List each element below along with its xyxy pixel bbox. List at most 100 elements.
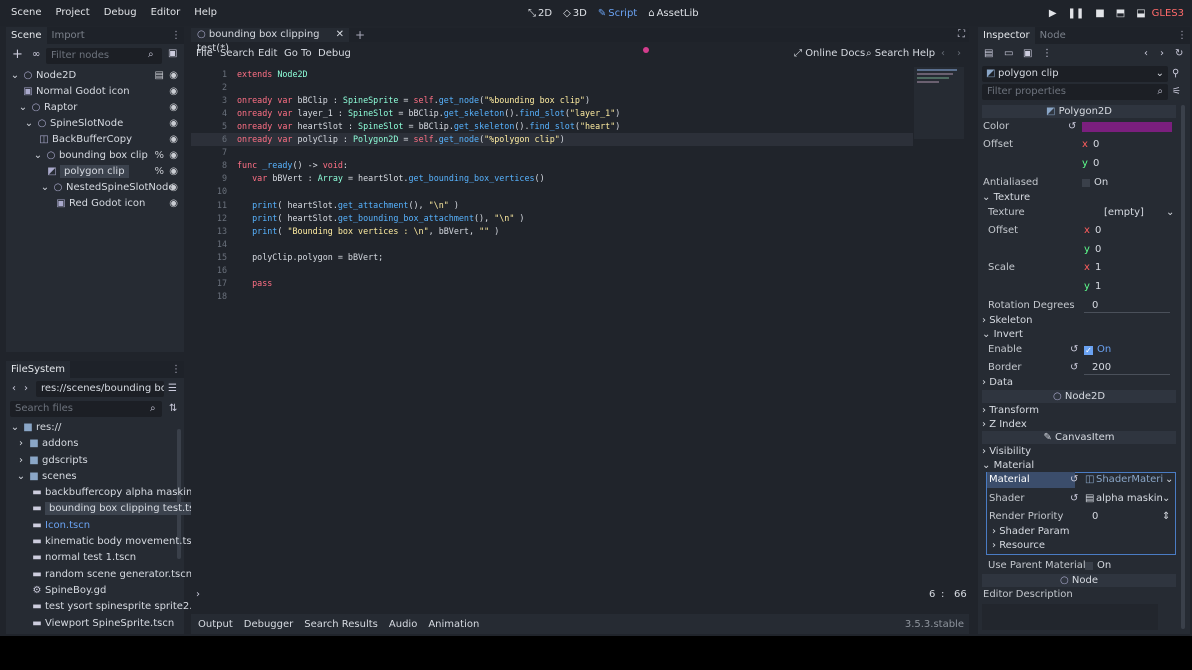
- texture-value[interactable]: [empty]: [1104, 204, 1144, 222]
- chevron-down-icon[interactable]: ⌄: [1166, 204, 1174, 222]
- revert-icon[interactable]: ↺: [1070, 490, 1078, 508]
- menu-goto[interactable]: Go To: [284, 46, 312, 62]
- section-zindex[interactable]: › Z Index: [982, 418, 1027, 432]
- tree-node[interactable]: ⌄ ○ Node2D ▤ ◉: [6, 68, 184, 84]
- spinner-icon[interactable]: ⇕: [1162, 508, 1170, 526]
- offset-x-value[interactable]: 0: [1093, 136, 1099, 154]
- unique-name-icon[interactable]: %: [154, 148, 164, 164]
- code-line[interactable]: 2: [191, 81, 913, 94]
- back-icon[interactable]: ‹: [1144, 48, 1148, 59]
- folder-item[interactable]: › ■ addons: [6, 436, 176, 452]
- visibility-icon[interactable]: ◉: [169, 100, 178, 116]
- offset-y-value[interactable]: 0: [1093, 155, 1099, 173]
- folder-item[interactable]: ⌄ ■ scenes: [6, 469, 176, 485]
- forward-icon[interactable]: ›: [24, 381, 28, 397]
- tree-node[interactable]: ⌄ ○ bounding box clip% ◉: [6, 148, 184, 164]
- revert-icon[interactable]: ↺: [1070, 471, 1078, 489]
- back-icon[interactable]: ‹: [941, 46, 945, 62]
- revert-icon[interactable]: ↺: [1068, 118, 1076, 136]
- play-custom-icon[interactable]: ⬓: [1136, 8, 1145, 19]
- file-item[interactable]: ▬ normal test 1.tscn: [6, 550, 176, 566]
- more-icon[interactable]: ⋮: [1177, 27, 1187, 44]
- code-line[interactable]: 9 var bBVert : Array = heartSlot.get_bou…: [191, 172, 913, 185]
- visibility-icon[interactable]: ◉: [169, 116, 178, 132]
- code-line[interactable]: 10: [191, 185, 913, 198]
- code-line[interactable]: 11 print( heartSlot.get_attachment(), "\…: [191, 199, 913, 212]
- tab-scene[interactable]: Scene: [6, 27, 47, 44]
- texture-offset-x-value[interactable]: 0: [1095, 222, 1101, 240]
- minimap[interactable]: [914, 67, 964, 139]
- new-resource-icon[interactable]: ▤: [984, 48, 993, 59]
- menu-editor[interactable]: Editor: [144, 0, 188, 26]
- code-line[interactable]: 5 onready var heartSlot : SpineSlot = bBC…: [191, 120, 913, 133]
- menu-debug[interactable]: Debug: [318, 46, 351, 62]
- menu-search[interactable]: Search: [220, 46, 254, 62]
- script-attach-icon[interactable]: ▣: [168, 48, 177, 59]
- section-visibility[interactable]: › Visibility: [982, 445, 1031, 459]
- menu-project[interactable]: Project: [49, 0, 97, 26]
- enable-checkbox[interactable]: ✓: [1084, 346, 1093, 355]
- filter-nodes-input[interactable]: Filter nodes: [46, 48, 162, 64]
- more-icon[interactable]: ⋮: [171, 361, 181, 378]
- render-priority-value[interactable]: 0: [1092, 508, 1098, 526]
- section-resource[interactable]: › Resource: [992, 539, 1045, 553]
- scrollbar[interactable]: [1181, 105, 1185, 629]
- file-item[interactable]: ▬ Icon.tscn: [6, 518, 176, 534]
- tree-node[interactable]: ⌄ ○ Raptor ◉: [6, 100, 184, 116]
- code-line[interactable]: 3 onready var bBClip : SpineSprite = self…: [191, 94, 913, 107]
- shader-value[interactable]: alpha maskin: [1096, 490, 1163, 508]
- list-view-icon[interactable]: ☰: [168, 381, 177, 397]
- close-icon[interactable]: ✕: [336, 28, 344, 42]
- mode-3d[interactable]: ◇ 3D: [563, 8, 587, 19]
- file-item[interactable]: ▬ backbuffercopy alpha maskin: [6, 485, 192, 501]
- sort-icon[interactable]: ⇅: [169, 401, 177, 417]
- chevron-down-icon[interactable]: ⌄: [1165, 471, 1173, 489]
- code-line[interactable]: 6 onready var polyClip : Polygon2D = self…: [191, 133, 913, 147]
- color-swatch[interactable]: [1082, 122, 1172, 132]
- section-data[interactable]: › Data: [982, 376, 1013, 390]
- back-icon[interactable]: ‹: [12, 381, 16, 397]
- link-icon[interactable]: ∞: [32, 49, 40, 60]
- use-parent-checkbox[interactable]: [1085, 562, 1093, 570]
- code-line[interactable]: 13 print( "Bounding box vertices : \n", …: [191, 225, 913, 238]
- code-line[interactable]: 14: [191, 238, 913, 251]
- forward-icon[interactable]: ›: [957, 46, 961, 62]
- tab-node[interactable]: Node: [1035, 27, 1071, 44]
- visibility-icon[interactable]: ◉: [169, 196, 178, 212]
- code-area[interactable]: 1 extends Node2D 2 3 onready var bBClip : Sp…: [191, 66, 913, 586]
- code-line[interactable]: 1 extends Node2D: [191, 68, 913, 81]
- mode-assetlib[interactable]: ⌂ AssetLib: [648, 8, 698, 19]
- revert-icon[interactable]: ↺: [1070, 359, 1078, 377]
- visibility-icon[interactable]: ◉: [169, 180, 178, 196]
- menu-help[interactable]: Help: [187, 0, 224, 26]
- menu-file[interactable]: File: [196, 46, 213, 62]
- section-shader-param[interactable]: › Shader Param: [992, 525, 1069, 539]
- scale-y-value[interactable]: 1: [1095, 278, 1101, 296]
- script-icon[interactable]: ▤: [155, 68, 164, 84]
- forward-icon[interactable]: ›: [1160, 48, 1164, 59]
- file-item[interactable]: ▬ Viewport SpineSprite.tscn: [6, 616, 176, 632]
- code-line[interactable]: 18: [191, 290, 913, 303]
- rotation-slider[interactable]: [1084, 312, 1170, 313]
- stop-icon[interactable]: ■: [1095, 8, 1104, 19]
- file-item-selected[interactable]: ▬ bounding box clipping test.ts: [6, 501, 199, 517]
- filter-settings-icon[interactable]: ⚟: [1172, 86, 1181, 97]
- distraction-free-icon[interactable]: ⛶: [958, 28, 965, 42]
- chevron-down-icon[interactable]: ⌄: [1162, 490, 1170, 508]
- more-icon[interactable]: ⋮: [171, 27, 181, 44]
- section-transform[interactable]: › Transform: [982, 404, 1039, 418]
- play-scene-icon[interactable]: ⬒: [1116, 8, 1125, 19]
- add-tab-icon[interactable]: +: [355, 28, 365, 42]
- tab-audio[interactable]: Audio: [389, 619, 417, 630]
- visibility-icon[interactable]: ◉: [169, 164, 178, 180]
- file-item[interactable]: ▬ random scene generator.tscn: [6, 567, 192, 583]
- tab-search-results[interactable]: Search Results: [304, 619, 378, 630]
- code-line[interactable]: 16: [191, 264, 913, 277]
- tree-node[interactable]: ▣ Red Godot icon ◉: [6, 196, 184, 212]
- tree-node-selected[interactable]: ◩ polygon clip% ◉: [6, 164, 184, 180]
- search-files-input[interactable]: Search files: [10, 401, 162, 417]
- file-item[interactable]: ▬ test ysort spinesprite sprite2.: [6, 599, 192, 615]
- code-line[interactable]: 15 polyClip.polygon = bBVert;: [191, 251, 913, 264]
- menu-scene[interactable]: Scene: [4, 0, 49, 26]
- code-line[interactable]: 4 onready var layer_1 : SpineSlot = bBCli…: [191, 107, 913, 120]
